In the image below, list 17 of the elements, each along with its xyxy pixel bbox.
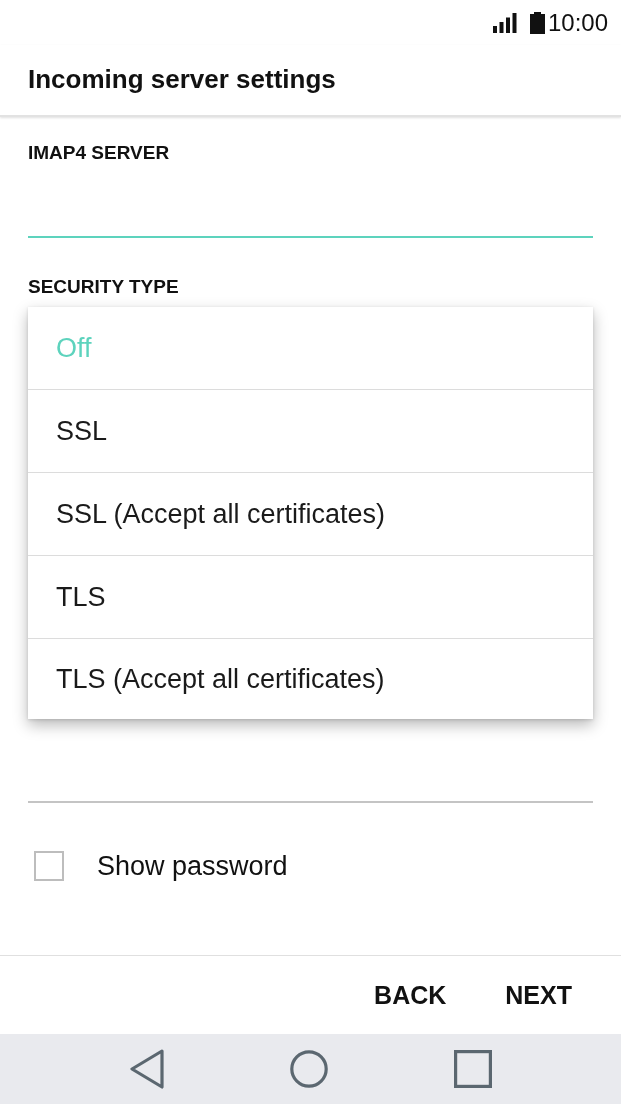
menu-item[interactable]: TLS <box>28 556 593 639</box>
signal-icon <box>492 13 517 33</box>
screen-title: Incoming server settings <box>28 64 336 94</box>
checkbox-label[interactable]: Show password <box>97 851 288 881</box>
text-button[interactable]: BACK <box>354 967 467 1023</box>
menu-item[interactable]: TLS (Accept all certificates) <box>28 639 593 719</box>
field-label: IMAP4 SERVER <box>28 143 170 163</box>
battery-icon <box>529 11 545 34</box>
text-button[interactable]: NEXT <box>485 967 592 1023</box>
recents-icon[interactable] <box>453 1050 492 1088</box>
back-icon[interactable] <box>129 1049 164 1089</box>
menu-item[interactable]: SSL <box>28 390 593 473</box>
home-icon[interactable] <box>289 1050 328 1088</box>
show-password-checkbox[interactable] <box>34 851 64 881</box>
status-time: 10:00 <box>547 8 608 37</box>
menu-item[interactable]: SSL (Accept all certificates) <box>28 473 593 556</box>
field-label: SECURITY TYPE <box>28 277 179 297</box>
